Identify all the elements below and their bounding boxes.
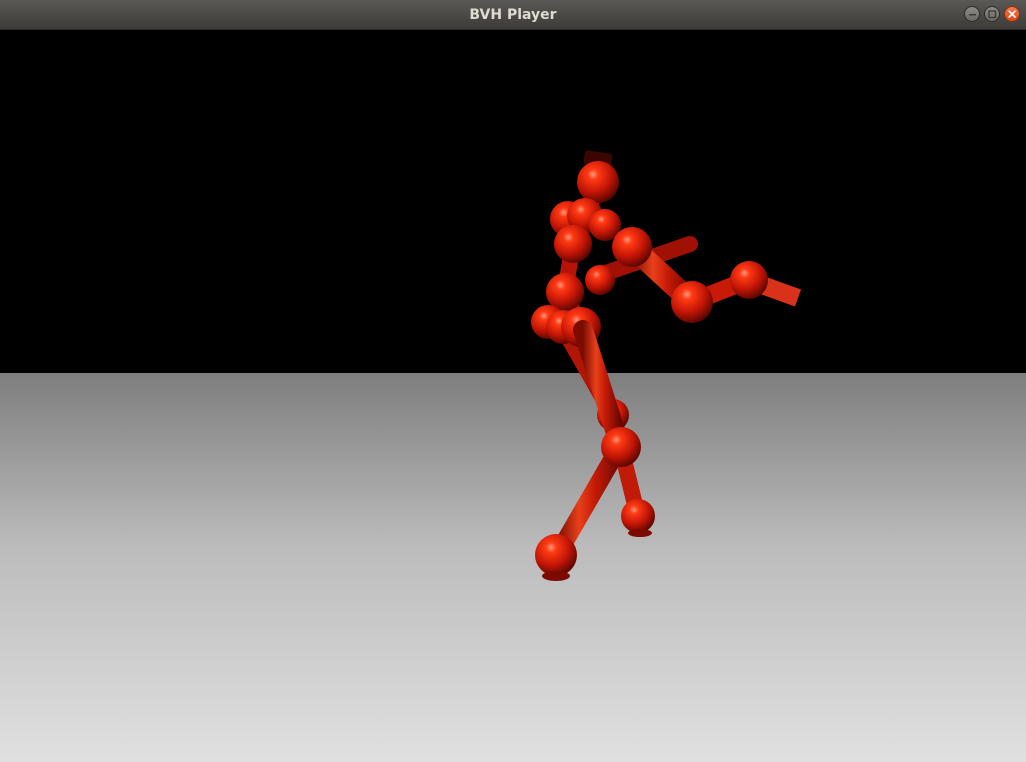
- app-window: BVH Player: [0, 0, 1026, 762]
- minimize-icon: [969, 14, 976, 16]
- maximize-icon: [988, 10, 997, 19]
- window-title: BVH Player: [469, 7, 557, 23]
- sky-background: [0, 30, 1026, 373]
- 3d-viewport[interactable]: [0, 30, 1026, 762]
- title-bar[interactable]: BVH Player: [0, 0, 1026, 30]
- floor-plane: [0, 373, 1026, 762]
- scene-canvas: [0, 30, 1026, 762]
- window-controls: [964, 6, 1020, 24]
- minimize-button[interactable]: [964, 6, 980, 22]
- close-icon: [1008, 10, 1016, 18]
- close-button[interactable]: [1004, 6, 1020, 22]
- maximize-button[interactable]: [984, 6, 1000, 22]
